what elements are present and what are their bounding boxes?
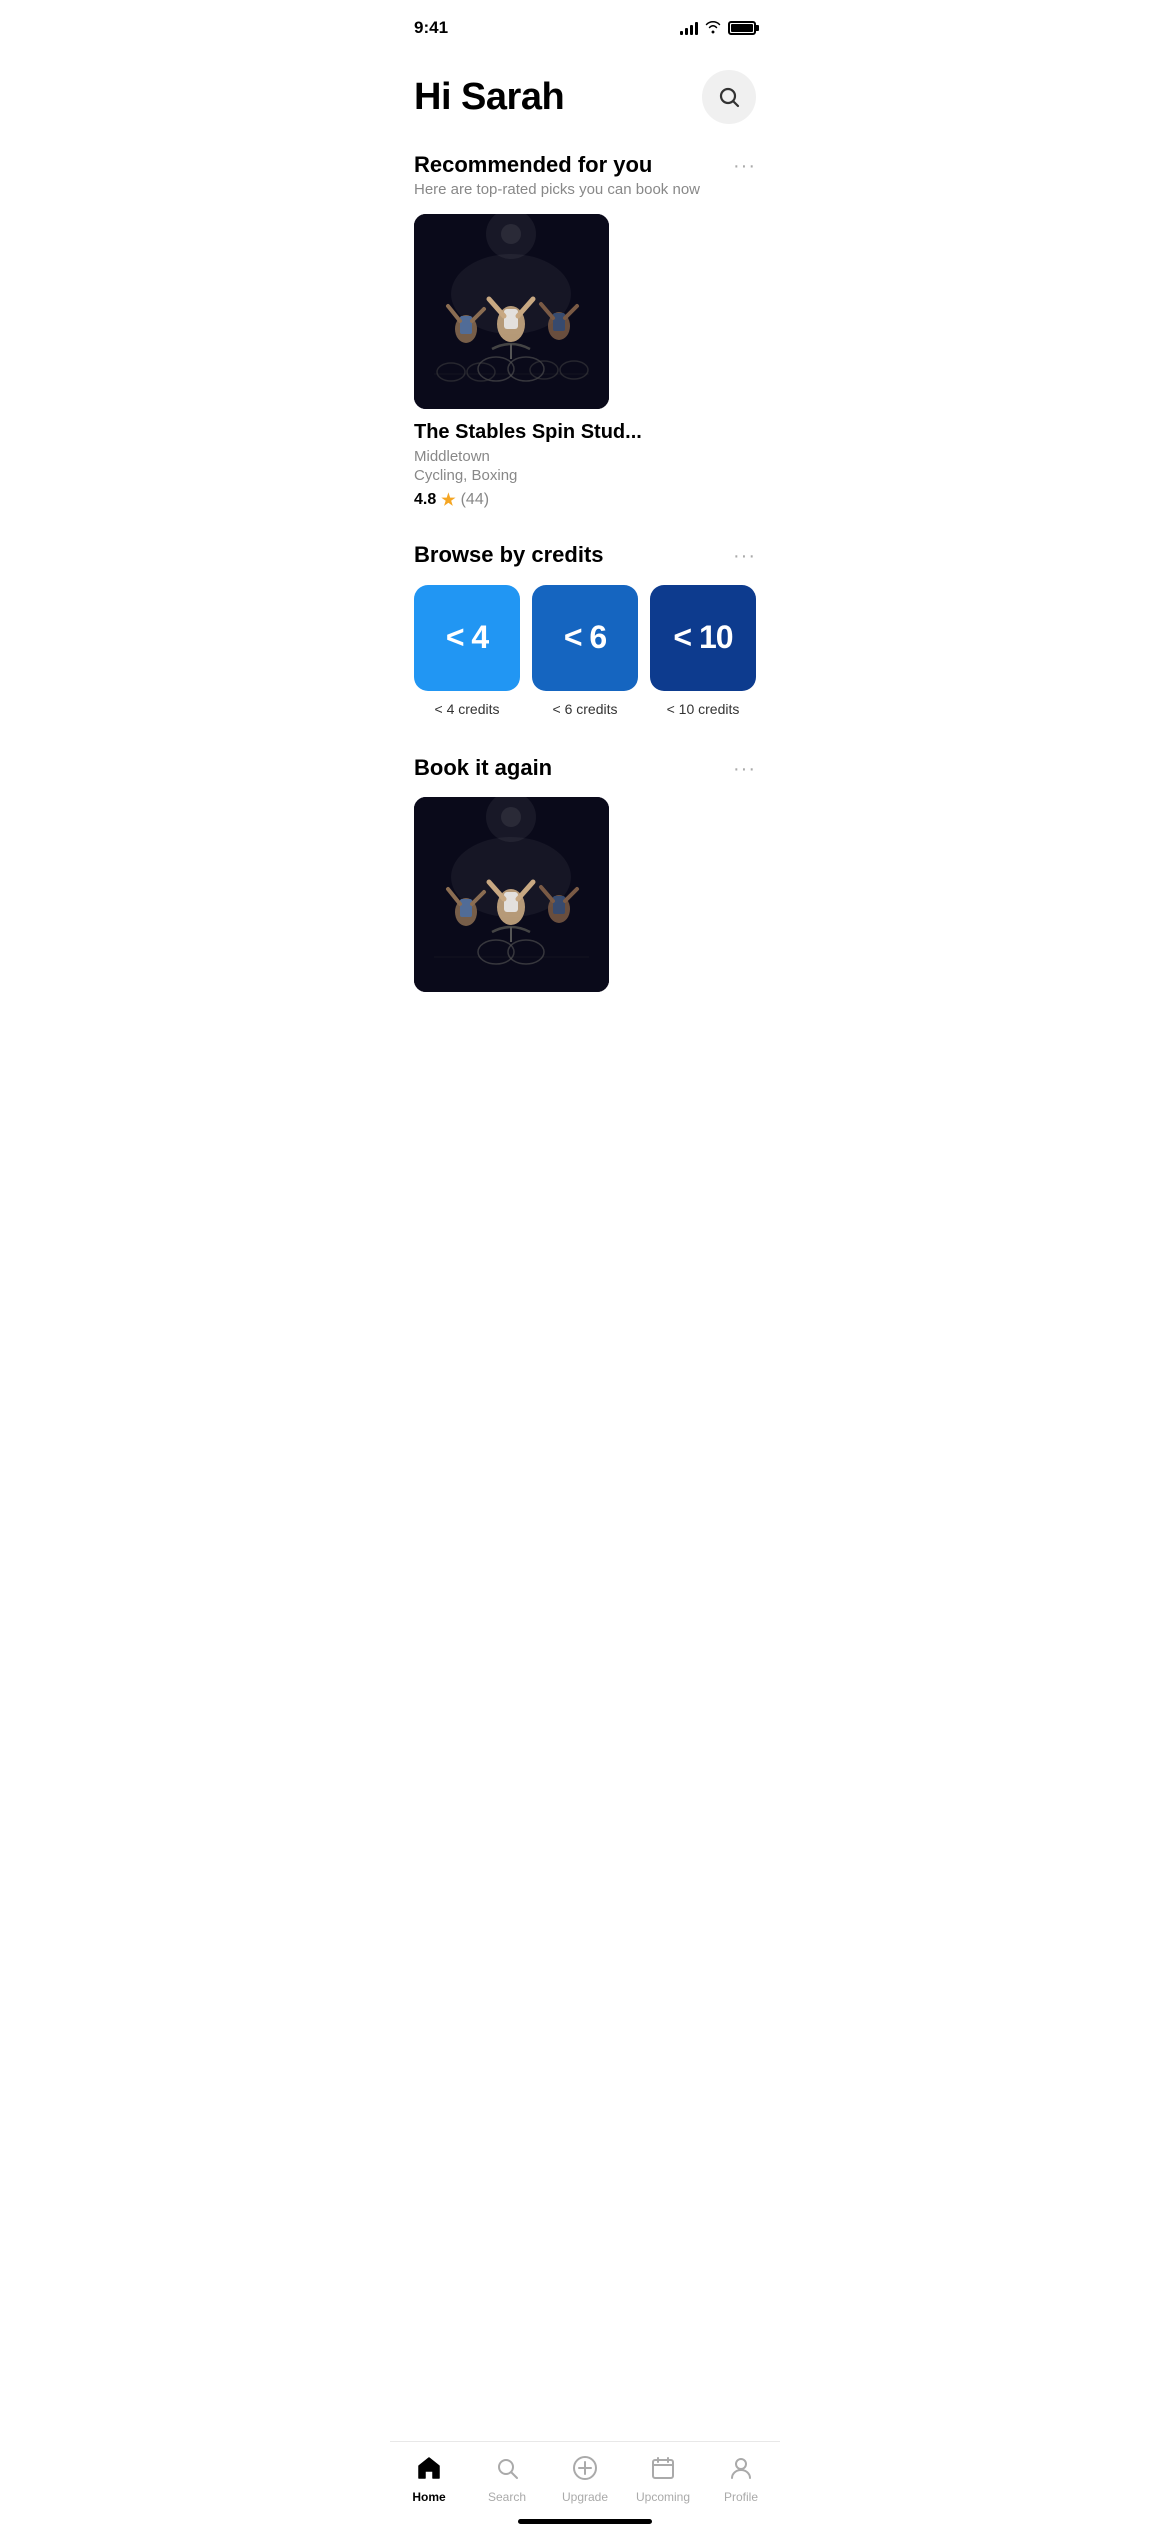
credits-header: Browse by credits ···: [414, 542, 756, 568]
nav-upgrade[interactable]: Upgrade: [553, 2454, 618, 2504]
studio-image[interactable]: [414, 214, 609, 409]
nav-search[interactable]: Search: [475, 2454, 540, 2504]
greeting-text: Hi Sarah: [414, 76, 564, 119]
credit-desc-6: < 6 credits: [553, 701, 618, 717]
star-icon: ★: [441, 490, 455, 510]
studio-rating: 4.8 ★ (44): [414, 490, 756, 510]
battery-icon: [728, 21, 756, 35]
signal-icon: [680, 21, 698, 35]
nav-home[interactable]: Home: [397, 2454, 462, 2504]
home-indicator: [518, 2519, 652, 2524]
nav-home-label: Home: [412, 2490, 445, 2504]
studio-location: Middletown: [414, 448, 756, 465]
credit-card-10[interactable]: < 10: [650, 585, 756, 691]
credit-label-6: < 6: [564, 619, 606, 656]
wifi-icon: [704, 20, 722, 37]
credits-labels: < 4 credits < 6 credits < 10 credits: [414, 701, 756, 719]
rating-value: 4.8: [414, 491, 436, 509]
credit-label-4: < 4: [446, 619, 488, 656]
status-bar: 9:41: [390, 0, 780, 50]
search-nav-icon: [493, 2454, 521, 2486]
studio-name: The Stables Spin Stud...: [414, 421, 756, 444]
calendar-icon: [649, 2454, 677, 2486]
home-icon: [415, 2454, 443, 2486]
nav-profile[interactable]: Profile: [709, 2454, 774, 2504]
upgrade-icon: [571, 2454, 599, 2486]
search-icon-button[interactable]: [702, 70, 756, 124]
book-again-more-button[interactable]: ···: [733, 755, 756, 779]
credits-section: Browse by credits ··· < 4 < 6 < 10 < 4 c…: [414, 542, 756, 718]
book-again-section: Book it again ···: [414, 755, 756, 992]
credit-label-10: < 10: [673, 619, 732, 656]
recommended-subtitle: Here are top-rated picks you can book no…: [414, 181, 700, 198]
studio-categories: Cycling, Boxing: [414, 467, 756, 484]
book-again-image[interactable]: [414, 797, 609, 992]
credits-grid: < 4 < 6 < 10: [414, 585, 756, 691]
main-content: Hi Sarah Recommended for you Here are to…: [390, 50, 780, 1128]
recommended-header: Recommended for you Here are top-rated p…: [414, 152, 756, 198]
book-again-title: Book it again: [414, 755, 552, 781]
credits-title: Browse by credits: [414, 542, 604, 568]
book-again-header: Book it again ···: [414, 755, 756, 781]
search-icon: [717, 85, 741, 109]
nav-upcoming-label: Upcoming: [636, 2490, 690, 2504]
credit-card-6[interactable]: < 6: [532, 585, 638, 691]
recommended-more-button[interactable]: ···: [733, 152, 756, 176]
credit-desc-10: < 10 credits: [667, 701, 740, 717]
status-time: 9:41: [414, 18, 448, 38]
nav-upcoming[interactable]: Upcoming: [631, 2454, 696, 2504]
profile-icon: [727, 2454, 755, 2486]
nav-search-label: Search: [488, 2490, 526, 2504]
header-row: Hi Sarah: [414, 70, 756, 124]
status-icons: [680, 20, 756, 37]
nav-profile-label: Profile: [724, 2490, 758, 2504]
credit-desc-4: < 4 credits: [435, 701, 500, 717]
credits-more-button[interactable]: ···: [733, 542, 756, 566]
recommended-title: Recommended for you: [414, 152, 700, 178]
review-count: (44): [461, 491, 489, 509]
credit-card-4[interactable]: < 4: [414, 585, 520, 691]
nav-upgrade-label: Upgrade: [562, 2490, 608, 2504]
recommended-section: Recommended for you Here are top-rated p…: [414, 152, 756, 510]
